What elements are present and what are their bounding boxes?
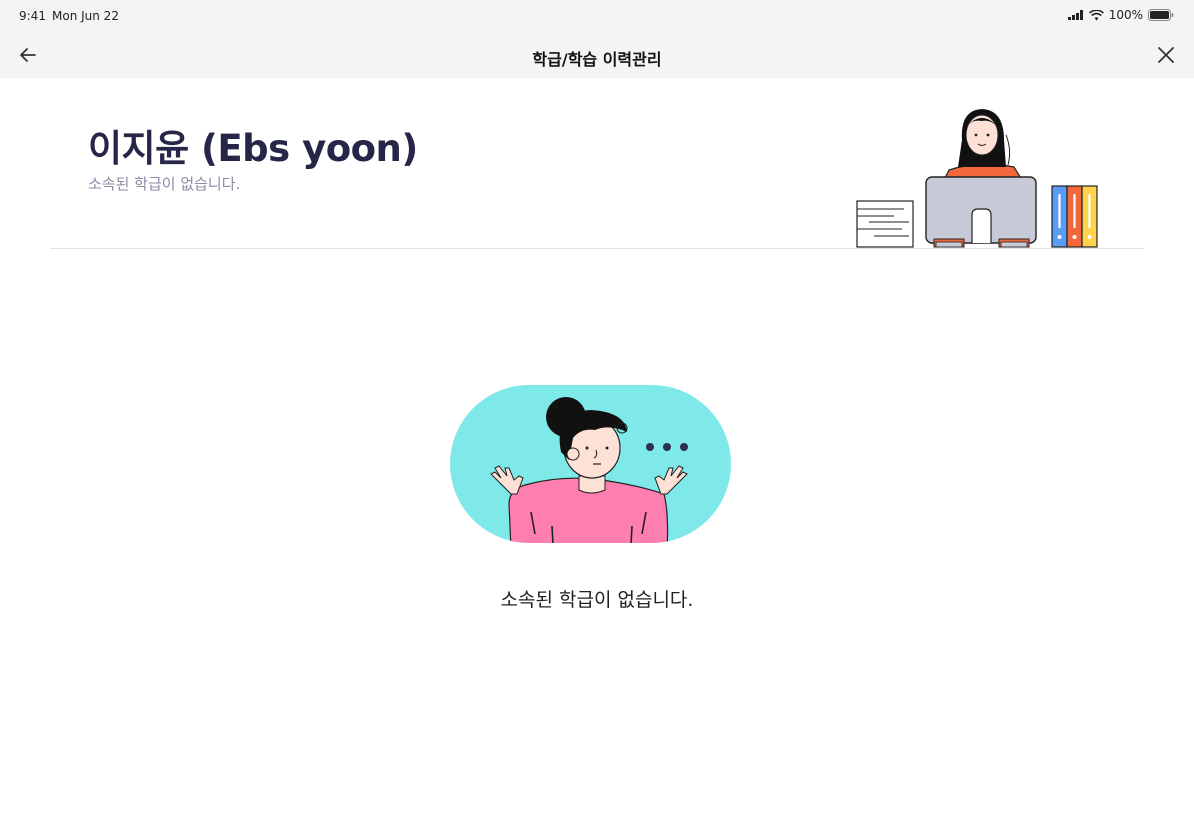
document-icon — [856, 200, 914, 248]
navigation-bar: 학급/학습 이력관리 — [0, 32, 1194, 78]
status-time: 9:41 — [19, 9, 46, 23]
profile-subtitle: 소속된 학급이 없습니다. — [88, 175, 241, 193]
close-button[interactable] — [1154, 43, 1178, 67]
profile-name: 이지윤 (Ebs yoon) — [88, 127, 418, 170]
desk-worker-illustration — [856, 109, 1098, 248]
binders-icon — [1051, 185, 1098, 248]
signal-icon — [1067, 10, 1083, 20]
status-bar: 9:41 Mon Jun 22 100% — [0, 0, 1194, 32]
person-figure — [943, 109, 1024, 181]
header-divider — [50, 248, 1144, 249]
battery-percent: 100% — [1108, 8, 1143, 22]
status-indicators: 100% — [1067, 8, 1174, 22]
shrugging-person-illustration — [450, 385, 731, 543]
battery-icon — [1148, 9, 1174, 21]
page-title: 학급/학습 이력관리 — [532, 50, 662, 69]
close-icon — [1158, 47, 1174, 63]
ellipsis-icon — [646, 443, 688, 451]
status-date: Mon Jun 22 — [52, 9, 119, 23]
empty-state-message: 소속된 학급이 없습니다. — [500, 589, 694, 611]
wifi-icon — [1088, 9, 1104, 20]
monitor-icon — [925, 176, 1037, 248]
